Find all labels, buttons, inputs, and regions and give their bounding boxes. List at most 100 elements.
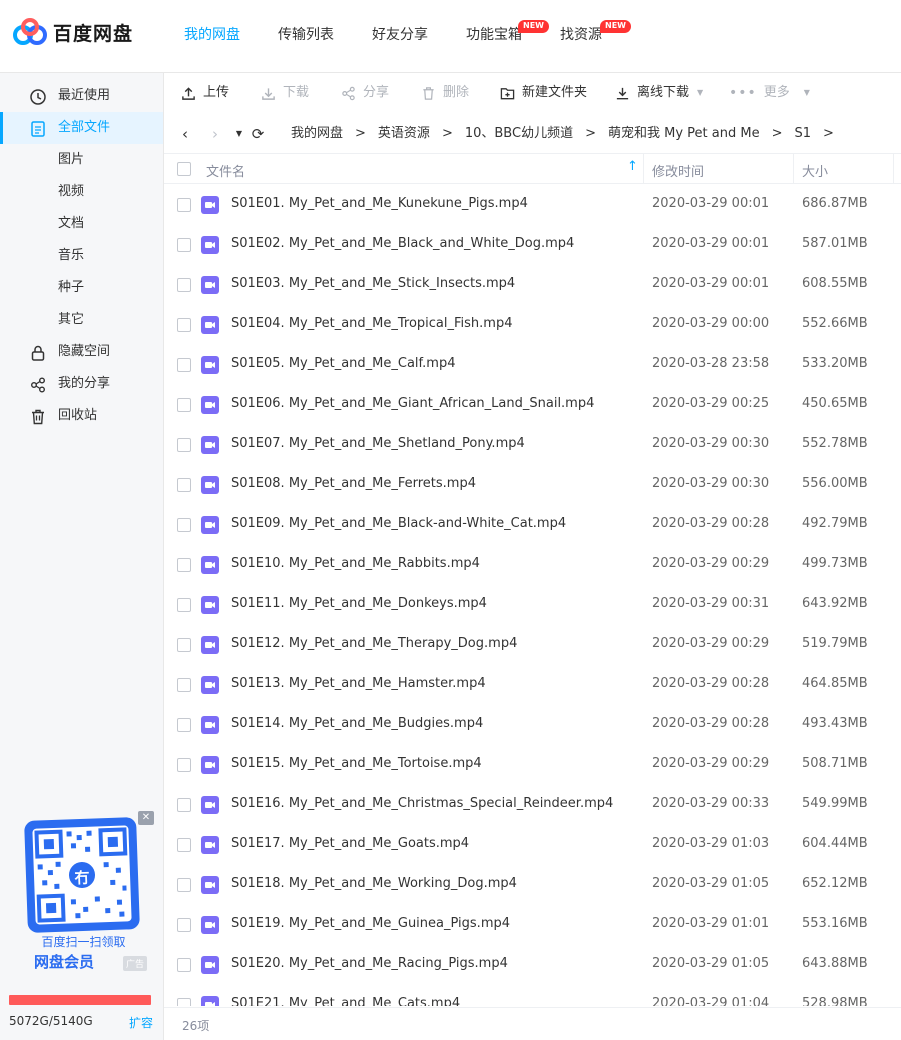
sidebar-item-my-shares[interactable]: 我的分享 — [0, 368, 163, 400]
file-name[interactable]: S01E18. My_Pet_and_Me_Working_Dog.mp4 — [231, 876, 517, 891]
file-name[interactable]: S01E08. My_Pet_and_Me_Ferrets.mp4 — [231, 476, 476, 491]
file-name[interactable]: S01E15. My_Pet_and_Me_Tortoise.mp4 — [231, 756, 482, 771]
app-logo[interactable]: 百度网盘 — [13, 18, 133, 46]
file-name[interactable]: S01E04. My_Pet_and_Me_Tropical_Fish.mp4 — [231, 316, 512, 331]
breadcrumb-item[interactable]: 萌宠和我 My Pet and Me — [608, 125, 760, 143]
nav-friend-share[interactable]: 好友分享 — [372, 0, 428, 73]
row-checkbox[interactable] — [177, 958, 191, 972]
file-name[interactable]: S01E03. My_Pet_and_Me_Stick_Insects.mp4 — [231, 276, 515, 291]
table-row[interactable]: S01E15. My_Pet_and_Me_Tortoise.mp42020-0… — [164, 744, 901, 784]
sidebar-item-images[interactable]: 图片 — [0, 144, 163, 176]
file-name[interactable]: S01E17. My_Pet_and_Me_Goats.mp4 — [231, 836, 469, 851]
row-checkbox[interactable] — [177, 638, 191, 652]
file-name[interactable]: S01E21. My_Pet_and_Me_Cats.mp4 — [231, 996, 460, 1006]
table-row[interactable]: S01E13. My_Pet_and_Me_Hamster.mp42020-03… — [164, 664, 901, 704]
row-checkbox[interactable] — [177, 198, 191, 212]
breadcrumb-item[interactable]: 10、BBC幼儿频道 — [465, 125, 573, 143]
chevron-down-icon[interactable]: ▼ — [697, 83, 703, 103]
delete-button[interactable]: 删除 — [421, 83, 469, 103]
row-checkbox[interactable] — [177, 918, 191, 932]
upload-button[interactable]: 上传 — [181, 83, 229, 103]
file-name[interactable]: S01E06. My_Pet_and_Me_Giant_African_Land… — [231, 396, 594, 411]
file-name[interactable]: S01E19. My_Pet_and_Me_Guinea_Pigs.mp4 — [231, 916, 510, 931]
file-name[interactable]: S01E14. My_Pet_and_Me_Budgies.mp4 — [231, 716, 483, 731]
table-row[interactable]: S01E14. My_Pet_and_Me_Budgies.mp42020-03… — [164, 704, 901, 744]
breadcrumb-item[interactable]: 英语资源 — [378, 125, 430, 143]
file-name[interactable]: S01E12. My_Pet_and_Me_Therapy_Dog.mp4 — [231, 636, 517, 651]
table-row[interactable]: S01E03. My_Pet_and_Me_Stick_Insects.mp42… — [164, 264, 901, 304]
new-folder-button[interactable]: 新建文件夹 — [500, 83, 587, 103]
row-checkbox[interactable] — [177, 518, 191, 532]
table-row[interactable]: S01E02. My_Pet_and_Me_Black_and_White_Do… — [164, 224, 901, 264]
download-button[interactable]: 下载 — [261, 83, 309, 103]
file-name[interactable]: S01E10. My_Pet_and_Me_Rabbits.mp4 — [231, 556, 480, 571]
sidebar-item-all-files[interactable]: 全部文件 — [0, 112, 163, 144]
column-divider[interactable] — [793, 154, 794, 184]
file-name[interactable]: S01E05. My_Pet_and_Me_Calf.mp4 — [231, 356, 455, 371]
table-row[interactable]: S01E19. My_Pet_and_Me_Guinea_Pigs.mp4202… — [164, 904, 901, 944]
column-header-size[interactable]: 大小 — [802, 161, 828, 180]
file-name[interactable]: S01E07. My_Pet_and_Me_Shetland_Pony.mp4 — [231, 436, 525, 451]
nav-find-resources[interactable]: 找资源NEW — [560, 0, 602, 73]
nav-toolbox[interactable]: 功能宝箱NEW — [466, 0, 522, 73]
sidebar-item-documents[interactable]: 文档 — [0, 208, 163, 240]
nav-my-disk[interactable]: 我的网盘 — [184, 0, 240, 73]
more-button[interactable]: ••• 更多 ▼ — [729, 83, 810, 103]
sidebar-item-torrents[interactable]: 种子 — [0, 272, 163, 304]
table-row[interactable]: S01E11. My_Pet_and_Me_Donkeys.mp42020-03… — [164, 584, 901, 624]
table-row[interactable]: S01E05. My_Pet_and_Me_Calf.mp42020-03-28… — [164, 344, 901, 384]
table-row[interactable]: S01E18. My_Pet_and_Me_Working_Dog.mp4202… — [164, 864, 901, 904]
promo-close-button[interactable]: ✕ — [138, 811, 154, 825]
history-dropdown-icon[interactable]: ▼ — [231, 125, 247, 143]
breadcrumb-item[interactable]: 我的网盘 — [291, 125, 343, 143]
breadcrumb-item[interactable]: S1 — [794, 125, 811, 143]
table-row[interactable]: S01E21. My_Pet_and_Me_Cats.mp42020-03-29… — [164, 984, 901, 1006]
table-row[interactable]: S01E09. My_Pet_and_Me_Black-and-White_Ca… — [164, 504, 901, 544]
sidebar-item-recent[interactable]: 最近使用 — [0, 80, 163, 112]
sidebar-item-music[interactable]: 音乐 — [0, 240, 163, 272]
table-row[interactable]: S01E04. My_Pet_and_Me_Tropical_Fish.mp42… — [164, 304, 901, 344]
row-checkbox[interactable] — [177, 438, 191, 452]
table-row[interactable]: S01E16. My_Pet_and_Me_Christmas_Special_… — [164, 784, 901, 824]
sidebar-item-videos[interactable]: 视频 — [0, 176, 163, 208]
sidebar-item-recycle-bin[interactable]: 回收站 — [0, 400, 163, 432]
row-checkbox[interactable] — [177, 238, 191, 252]
row-checkbox[interactable] — [177, 398, 191, 412]
row-checkbox[interactable] — [177, 718, 191, 732]
table-row[interactable]: S01E06. My_Pet_and_Me_Giant_African_Land… — [164, 384, 901, 424]
sidebar-item-hidden-space[interactable]: 隐藏空间 — [0, 336, 163, 368]
sort-ascending-icon[interactable]: ↑ — [627, 159, 638, 174]
row-checkbox[interactable] — [177, 878, 191, 892]
column-header-modified[interactable]: 修改时间 — [652, 161, 704, 180]
row-checkbox[interactable] — [177, 478, 191, 492]
column-divider[interactable] — [893, 154, 894, 184]
file-name[interactable]: S01E16. My_Pet_and_Me_Christmas_Special_… — [231, 796, 613, 811]
table-row[interactable]: S01E01. My_Pet_and_Me_Kunekune_Pigs.mp42… — [164, 184, 901, 224]
table-row[interactable]: S01E08. My_Pet_and_Me_Ferrets.mp42020-03… — [164, 464, 901, 504]
row-checkbox[interactable] — [177, 758, 191, 772]
row-checkbox[interactable] — [177, 358, 191, 372]
file-name[interactable]: S01E11. My_Pet_and_Me_Donkeys.mp4 — [231, 596, 487, 611]
sidebar-item-other[interactable]: 其它 — [0, 304, 163, 336]
breadcrumb-separator-icon[interactable]: > — [823, 125, 834, 143]
table-row[interactable]: S01E07. My_Pet_and_Me_Shetland_Pony.mp42… — [164, 424, 901, 464]
row-checkbox[interactable] — [177, 558, 191, 572]
share-button[interactable]: 分享 — [341, 83, 389, 103]
row-checkbox[interactable] — [177, 838, 191, 852]
row-checkbox[interactable] — [177, 998, 191, 1006]
offline-download-button[interactable]: 离线下载 ▼ — [615, 83, 703, 103]
table-row[interactable]: S01E10. My_Pet_and_Me_Rabbits.mp42020-03… — [164, 544, 901, 584]
file-name[interactable]: S01E20. My_Pet_and_Me_Racing_Pigs.mp4 — [231, 956, 508, 971]
table-row[interactable]: S01E17. My_Pet_and_Me_Goats.mp42020-03-2… — [164, 824, 901, 864]
nav-transfer-list[interactable]: 传输列表 — [278, 0, 334, 73]
file-name[interactable]: S01E01. My_Pet_and_Me_Kunekune_Pigs.mp4 — [231, 196, 528, 211]
column-divider[interactable] — [643, 154, 644, 184]
refresh-icon[interactable]: ⟳ — [250, 125, 266, 143]
table-row[interactable]: S01E20. My_Pet_and_Me_Racing_Pigs.mp4202… — [164, 944, 901, 984]
table-row[interactable]: S01E12. My_Pet_and_Me_Therapy_Dog.mp4202… — [164, 624, 901, 664]
column-header-name[interactable]: 文件名 — [206, 161, 245, 180]
expand-storage-link[interactable]: 扩容 — [129, 1014, 153, 1031]
back-arrow-icon[interactable]: ‹ — [177, 125, 193, 143]
promo-banner[interactable]: 冇 ✕ 百度扫一扫领取 网盘会员 广告 — [12, 811, 155, 981]
file-name[interactable]: S01E13. My_Pet_and_Me_Hamster.mp4 — [231, 676, 486, 691]
